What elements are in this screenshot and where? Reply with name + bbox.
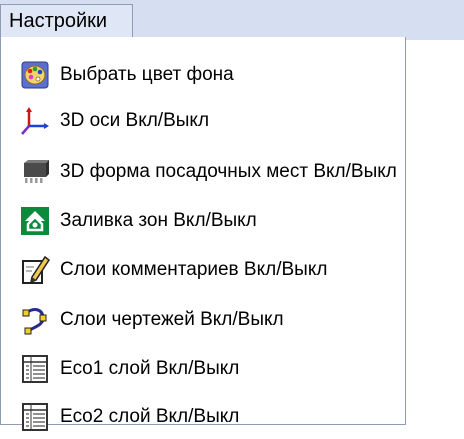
menu-item-3d-footprint[interactable]: 3D форма посадочных мест Вкл/Выкл xyxy=(1,150,405,194)
menu-item-eco1-layer[interactable]: Eco1 слой Вкл/Выкл xyxy=(1,347,405,391)
menu-item-label: 3D форма посадочных мест Вкл/Выкл xyxy=(60,161,397,182)
3d-footprint-icon xyxy=(20,157,50,187)
menu-item-eco2-layer[interactable]: Eco2 слой Вкл/Выкл xyxy=(1,395,405,439)
menu-item-label: Eco1 слой Вкл/Выкл xyxy=(60,358,240,379)
eco-layer-icon xyxy=(20,402,50,432)
3d-axes-icon xyxy=(20,106,50,136)
menu-item-zone-fill[interactable]: Заливка зон Вкл/Выкл xyxy=(1,199,405,243)
menu-title-settings[interactable]: Настройки xyxy=(0,4,133,37)
dropdown-menu: Выбрать цвет фона 3D оси Вкл/Выкл 3D фор… xyxy=(0,37,406,431)
eco-layer-icon xyxy=(20,354,50,384)
menu-item-background-color[interactable]: Выбрать цвет фона xyxy=(1,53,405,97)
menu-item-label: Заливка зон Вкл/Выкл xyxy=(60,210,257,231)
menu-item-label: Слои комментариев Вкл/Выкл xyxy=(60,259,328,280)
drawing-layer-icon xyxy=(20,305,50,335)
menu-window: Настройки Выбрать цвет фона 3D оси Вкл/В… xyxy=(0,0,464,431)
menu-item-3d-axes[interactable]: 3D оси Вкл/Выкл xyxy=(1,99,405,143)
menu-item-drawing-layers[interactable]: Слои чертежей Вкл/Выкл xyxy=(1,298,405,342)
menu-item-label: Слои чертежей Вкл/Выкл xyxy=(60,309,284,330)
menu-item-label: Eco2 слой Вкл/Выкл xyxy=(60,406,240,427)
menu-bar: Настройки xyxy=(0,0,464,40)
zone-fill-icon xyxy=(20,206,50,236)
palette-icon xyxy=(20,60,50,90)
menu-item-label: Выбрать цвет фона xyxy=(60,64,234,85)
menu-item-comment-layers[interactable]: Слои комментариев Вкл/Выкл xyxy=(1,248,405,292)
menu-item-label: 3D оси Вкл/Выкл xyxy=(60,110,210,131)
comment-layer-icon xyxy=(20,255,50,285)
